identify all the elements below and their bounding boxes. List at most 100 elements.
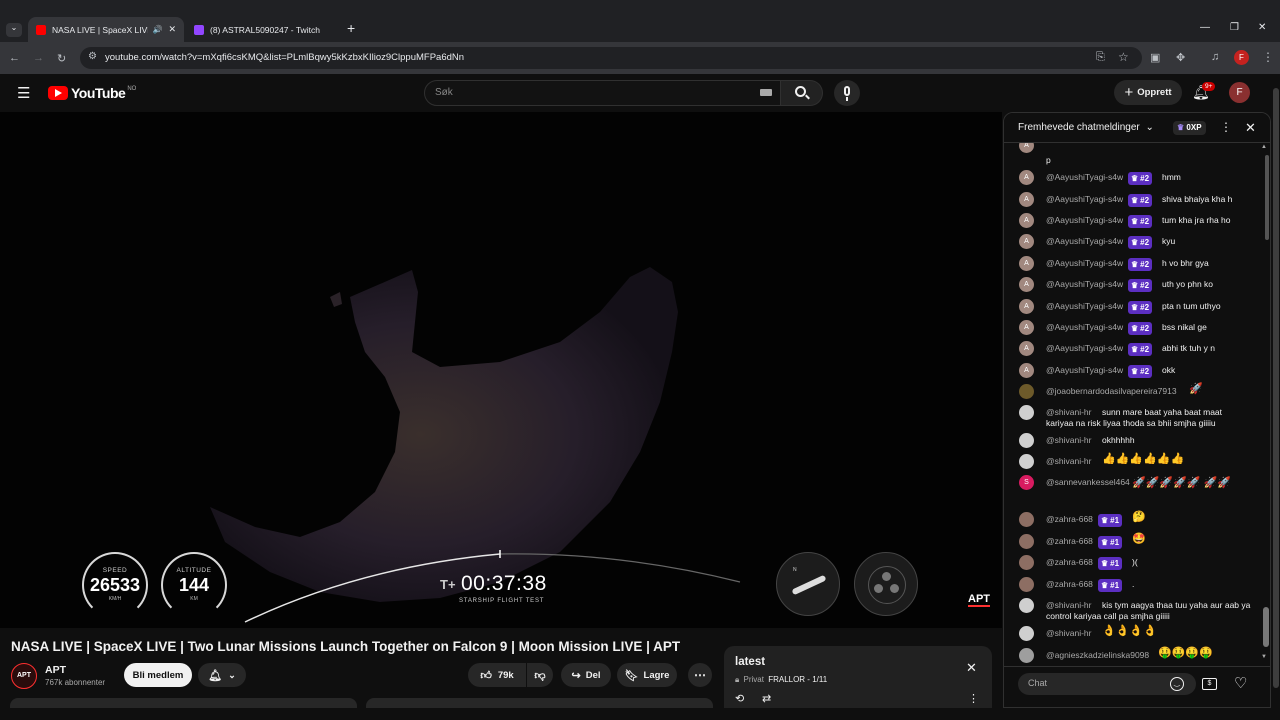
chat-scroll-down-icon[interactable]: ▼	[1261, 654, 1267, 660]
save-button[interactable]: 🔖︎ Lagre	[617, 663, 677, 687]
chat-author-name[interactable]: @zahra-668	[1046, 557, 1093, 568]
browser-menu-icon[interactable]: ⋮	[1262, 50, 1274, 64]
tab-search-icon[interactable]: ⌄	[6, 23, 22, 37]
chat-author-name[interactable]: @AayushiTyagi-s4w	[1046, 172, 1123, 183]
chat-author-avatar[interactable]	[1019, 384, 1034, 399]
new-tab-button[interactable]: +	[347, 20, 355, 36]
share-button[interactable]: ↪ Del	[561, 663, 611, 687]
loop-icon[interactable]: ⟲	[735, 692, 744, 705]
minimize-icon[interactable]: —	[1200, 22, 1210, 33]
back-icon[interactable]: ←	[9, 52, 20, 64]
chat-author-name[interactable]: @shivani-hr	[1046, 628, 1091, 639]
chat-author-avatar[interactable]	[1019, 512, 1034, 527]
chat-author-avatar[interactable]	[1019, 405, 1034, 420]
chat-close-icon[interactable]: ✕	[1245, 120, 1256, 136]
search-button[interactable]	[781, 80, 823, 106]
page-scrollbar[interactable]	[1272, 74, 1280, 708]
chat-author-avatar[interactable]	[1019, 598, 1034, 613]
xp-badge[interactable]: ♛ 0XP	[1173, 121, 1206, 135]
chat-author-avatar[interactable]: A	[1019, 213, 1034, 228]
chat-author-avatar[interactable]	[1019, 555, 1034, 570]
search-input[interactable]: Søk	[424, 80, 781, 106]
chat-author-avatar[interactable]: A	[1019, 341, 1034, 356]
tab-twitch[interactable]: (8) ASTRAL5090247 - Twitch	[186, 17, 336, 42]
playlist-title[interactable]: latest	[735, 656, 765, 668]
media-control-icon[interactable]: ♫	[1211, 51, 1219, 63]
chat-author-name[interactable]: @zahra-668	[1046, 514, 1093, 525]
close-window-icon[interactable]: ✕	[1258, 22, 1266, 33]
chat-author-avatar[interactable]: A	[1019, 363, 1034, 378]
keyboard-icon[interactable]	[760, 89, 772, 96]
chat-author-name[interactable]: @zahra-668	[1046, 579, 1093, 590]
channel-name[interactable]: APT	[45, 664, 66, 676]
tab-youtube[interactable]: NASA LIVE | SpaceX LIVE | T 🔊 ✕	[28, 17, 184, 42]
chat-author-avatar[interactable]: A	[1019, 277, 1034, 292]
like-button[interactable]: 👍︎ 79k	[468, 663, 526, 687]
chat-author-name[interactable]: @sannevankessel464	[1046, 477, 1130, 488]
chat-author-avatar[interactable]	[1019, 454, 1034, 469]
chat-author-name[interactable]: @joaobernardodasilvapereira7913	[1046, 386, 1177, 397]
heart-icon[interactable]: ♡	[1234, 674, 1247, 692]
chat-author-name[interactable]: @shivani-hr	[1046, 456, 1091, 467]
playlist-close-icon[interactable]: ✕	[966, 660, 977, 676]
chat-author-name[interactable]: @agnieszkadzielinska9098	[1046, 650, 1149, 661]
subscribe-bell-button[interactable]: 🔔︎ ⌄	[198, 663, 246, 687]
extension-icon[interactable]: ▣	[1150, 51, 1160, 64]
chat-author-name[interactable]: @AayushiTyagi-s4w	[1046, 258, 1123, 269]
emoji-icon[interactable]: ‿	[1170, 677, 1184, 691]
chat-author-avatar[interactable]	[1019, 577, 1034, 592]
chat-author-avatar[interactable]	[1019, 648, 1034, 663]
chat-author-name[interactable]: @AayushiTyagi-s4w	[1046, 343, 1123, 354]
chat-author-name[interactable]: @zahra-668	[1046, 536, 1093, 547]
chat-author-avatar[interactable]	[1019, 433, 1034, 448]
forward-icon[interactable]: →	[33, 52, 44, 64]
shuffle-icon[interactable]: ⇄	[762, 692, 771, 705]
join-button[interactable]: Bli medlem	[124, 663, 192, 687]
site-info-icon[interactable]: ⚙	[88, 51, 97, 62]
chat-scrollbar-lower[interactable]	[1263, 607, 1269, 647]
chat-menu-icon[interactable]: ⋮	[1220, 120, 1232, 134]
chat-author-name[interactable]: @AayushiTyagi-s4w	[1046, 301, 1123, 312]
more-actions-button[interactable]: ⋯	[688, 663, 712, 687]
chat-author-avatar[interactable]: A	[1019, 256, 1034, 271]
video-player[interactable]: SPEED 26533 KM/H ALTITUDE 144 KM T+ 00:3…	[0, 112, 1002, 628]
chat-author-name[interactable]: @AayushiTyagi-s4w	[1046, 279, 1123, 290]
chat-author-avatar[interactable]	[1019, 534, 1034, 549]
youtube-logo[interactable]: YouTube NO	[48, 85, 136, 101]
create-button[interactable]: + Opprett	[1114, 80, 1182, 105]
chat-mode-dropdown[interactable]: Fremhevede chatmeldinger ⌄	[1018, 122, 1154, 133]
chat-scroll-up-icon[interactable]: ▲	[1261, 144, 1267, 150]
bookmark-star-icon[interactable]: ☆	[1118, 50, 1129, 64]
notifications-button[interactable]: 🔔︎ 9+	[1192, 82, 1216, 102]
chat-author-avatar[interactable]: A	[1019, 234, 1034, 249]
chat-author-avatar[interactable]: A	[1019, 320, 1034, 335]
chat-scrollbar[interactable]	[1265, 155, 1269, 240]
chat-author-name[interactable]: @AayushiTyagi-s4w	[1046, 215, 1123, 226]
page-scroll-thumb[interactable]	[1273, 88, 1279, 688]
playlist-menu-icon[interactable]: ⋮	[968, 692, 979, 705]
account-avatar[interactable]: F	[1229, 82, 1250, 103]
chat-author-name[interactable]: @AayushiTyagi-s4w	[1046, 194, 1123, 205]
tab-close-icon[interactable]: ✕	[168, 24, 176, 35]
chat-author-name[interactable]: @AayushiTyagi-s4w	[1046, 322, 1123, 333]
channel-avatar[interactable]: APT	[11, 663, 37, 689]
hamburger-menu-icon[interactable]: ☰	[17, 84, 30, 102]
url-text[interactable]: youtube.com/watch?v=mXqfi6csKMQ&list=PLm…	[105, 52, 464, 63]
chat-author-avatar[interactable]: S	[1019, 475, 1034, 490]
chat-author-avatar[interactable]	[1019, 626, 1034, 641]
chat-author-name[interactable]: @AayushiTyagi-s4w	[1046, 236, 1123, 247]
chat-author-avatar[interactable]: A	[1019, 170, 1034, 185]
chat-author-avatar[interactable]: A	[1019, 192, 1034, 207]
chat-author-name[interactable]: @shivani-hr	[1046, 435, 1091, 446]
restore-icon[interactable]: ❐	[1230, 22, 1239, 33]
dislike-button[interactable]: 👎︎	[527, 663, 553, 687]
chat-author-name[interactable]: @AayushiTyagi-s4w	[1046, 365, 1123, 376]
reload-icon[interactable]: ↻	[57, 52, 66, 65]
chat-author-avatar[interactable]: A	[1019, 299, 1034, 314]
profile-avatar[interactable]: F	[1234, 50, 1249, 65]
voice-search-button[interactable]	[834, 80, 860, 106]
super-chat-icon[interactable]: $	[1202, 678, 1217, 690]
install-icon[interactable]: ⎘	[1096, 51, 1105, 64]
speaker-icon[interactable]: 🔊	[152, 25, 162, 34]
puzzle-icon[interactable]: ✥	[1176, 51, 1185, 64]
